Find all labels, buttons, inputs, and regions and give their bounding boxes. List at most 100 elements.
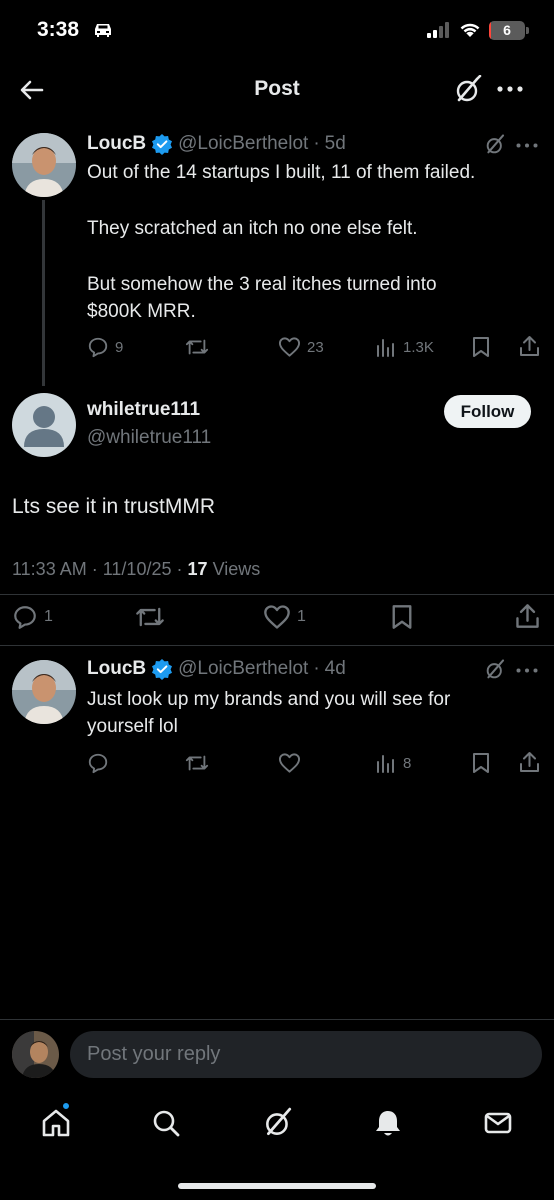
author-handle[interactable]: @LoicBerthelot bbox=[178, 133, 308, 155]
author-name[interactable]: whiletrue111 bbox=[87, 399, 200, 421]
share-icon bbox=[515, 603, 540, 629]
separator-dot: · bbox=[313, 658, 320, 679]
views-button[interactable]: 8 bbox=[376, 752, 411, 774]
share-button[interactable] bbox=[519, 335, 540, 357]
cellular-signal-icon bbox=[427, 22, 451, 38]
messages-icon[interactable] bbox=[482, 1107, 514, 1139]
tweet-line: They scratched an itch no one else felt. bbox=[87, 218, 418, 239]
like-button[interactable]: 1 bbox=[263, 604, 306, 630]
post-date: 11/10/25 bbox=[102, 559, 172, 579]
status-bar: 3:38 6 bbox=[0, 0, 554, 62]
reply-input[interactable]: Post your reply bbox=[70, 1031, 542, 1078]
home-icon[interactable] bbox=[40, 1107, 72, 1139]
more-options-icon[interactable] bbox=[516, 143, 538, 148]
reply-composer: Post your reply bbox=[0, 1019, 554, 1089]
verified-badge-icon bbox=[151, 133, 173, 155]
grok-icon[interactable] bbox=[484, 659, 506, 681]
reply-tweet-text: Just look up my brands and you will see … bbox=[87, 686, 450, 740]
bookmark-icon bbox=[472, 752, 490, 774]
separator-dot: · bbox=[176, 559, 183, 579]
bookmark-icon bbox=[391, 604, 413, 630]
author-name[interactable]: LoucB bbox=[87, 133, 146, 155]
main-tweet-text: Lts see it in trustMMR bbox=[12, 493, 215, 520]
post-age[interactable]: 5d bbox=[325, 133, 346, 155]
grok-icon[interactable] bbox=[262, 1107, 294, 1139]
heart-icon bbox=[278, 752, 301, 774]
parent-tweet-header: LoucB @LoicBerthelot · 5d bbox=[87, 133, 346, 155]
parent-tweet-text: Out of the 14 startups I built, 11 of th… bbox=[87, 159, 475, 325]
reply-button[interactable]: 9 bbox=[87, 336, 123, 358]
tweet-body: Lts see it in trustMMR bbox=[12, 495, 216, 518]
home-indicator[interactable] bbox=[178, 1183, 376, 1189]
repost-button[interactable] bbox=[185, 336, 209, 358]
repost-icon bbox=[135, 604, 165, 630]
thread-connector bbox=[42, 200, 45, 386]
views-label: Views bbox=[212, 559, 261, 579]
views-button[interactable]: 1.3K bbox=[376, 336, 434, 358]
repost-button[interactable] bbox=[185, 752, 209, 774]
grok-icon[interactable] bbox=[453, 75, 483, 105]
author-handle[interactable]: @whiletrue111 bbox=[87, 427, 211, 449]
tweet-body: Just look up my brands and you will see … bbox=[87, 689, 451, 737]
heart-icon bbox=[278, 336, 301, 358]
post-meta: 11:33 AM · 11/10/25 · 17 Views bbox=[12, 559, 260, 580]
author-name[interactable]: LoucB bbox=[87, 658, 146, 680]
share-icon bbox=[519, 335, 540, 357]
post-header: Post bbox=[0, 62, 554, 118]
share-button[interactable] bbox=[519, 751, 540, 773]
car-icon bbox=[91, 22, 115, 38]
avatar[interactable] bbox=[12, 1031, 59, 1078]
battery-percent: 6 bbox=[503, 22, 511, 38]
author-handle[interactable]: @LoicBerthelot bbox=[178, 658, 308, 680]
home-notification-dot bbox=[61, 1101, 71, 1111]
divider bbox=[0, 645, 554, 646]
follow-button[interactable]: Follow bbox=[444, 395, 531, 428]
separator-dot: · bbox=[91, 559, 98, 579]
avatar[interactable] bbox=[12, 133, 76, 197]
verified-badge-icon bbox=[151, 658, 173, 680]
bookmark-button[interactable] bbox=[391, 604, 413, 630]
battery-indicator: 6 bbox=[489, 21, 525, 40]
like-button[interactable]: 23 bbox=[278, 336, 324, 358]
view-count[interactable]: 17 bbox=[188, 559, 208, 579]
reply-count: 1 bbox=[44, 608, 53, 625]
avatar[interactable] bbox=[12, 393, 76, 457]
reply-count: 9 bbox=[115, 338, 124, 356]
reply-button[interactable] bbox=[87, 752, 109, 774]
post-time: 11:33 AM bbox=[12, 559, 87, 579]
bookmark-button[interactable] bbox=[472, 336, 490, 358]
view-count: 1.3K bbox=[403, 338, 434, 356]
grok-icon[interactable] bbox=[484, 134, 506, 156]
bookmark-icon bbox=[472, 336, 490, 358]
views-chart-icon bbox=[376, 336, 397, 358]
bookmark-button[interactable] bbox=[472, 752, 490, 774]
like-button[interactable] bbox=[278, 752, 301, 774]
reply-tweet-header: LoucB @LoicBerthelot · 4d bbox=[87, 658, 346, 680]
reply-icon bbox=[87, 752, 109, 774]
heart-icon bbox=[263, 604, 291, 630]
repost-icon bbox=[185, 752, 209, 774]
divider bbox=[0, 594, 554, 595]
view-count: 8 bbox=[403, 754, 412, 772]
status-time: 3:38 bbox=[37, 18, 80, 41]
avatar[interactable] bbox=[12, 660, 76, 724]
share-button[interactable] bbox=[515, 603, 540, 629]
repost-button[interactable] bbox=[135, 604, 165, 630]
reply-icon bbox=[87, 336, 109, 358]
tweet-line: Out of the 14 startups I built, 11 of th… bbox=[87, 162, 476, 183]
reply-icon bbox=[12, 604, 38, 630]
reply-button[interactable]: 1 bbox=[12, 604, 53, 630]
more-options-icon[interactable] bbox=[516, 668, 538, 673]
main-tweet-header: whiletrue111 bbox=[87, 399, 200, 421]
repost-icon bbox=[185, 336, 209, 358]
share-icon bbox=[519, 751, 540, 773]
more-options-icon[interactable] bbox=[497, 86, 523, 92]
like-count: 23 bbox=[307, 338, 324, 356]
notifications-icon[interactable] bbox=[372, 1107, 404, 1139]
views-chart-icon bbox=[376, 752, 397, 774]
post-age[interactable]: 4d bbox=[325, 658, 346, 680]
search-icon[interactable] bbox=[150, 1107, 182, 1139]
battery-tip bbox=[526, 27, 529, 34]
author-handle-row: @whiletrue111 bbox=[87, 427, 211, 449]
separator-dot: · bbox=[313, 133, 320, 154]
